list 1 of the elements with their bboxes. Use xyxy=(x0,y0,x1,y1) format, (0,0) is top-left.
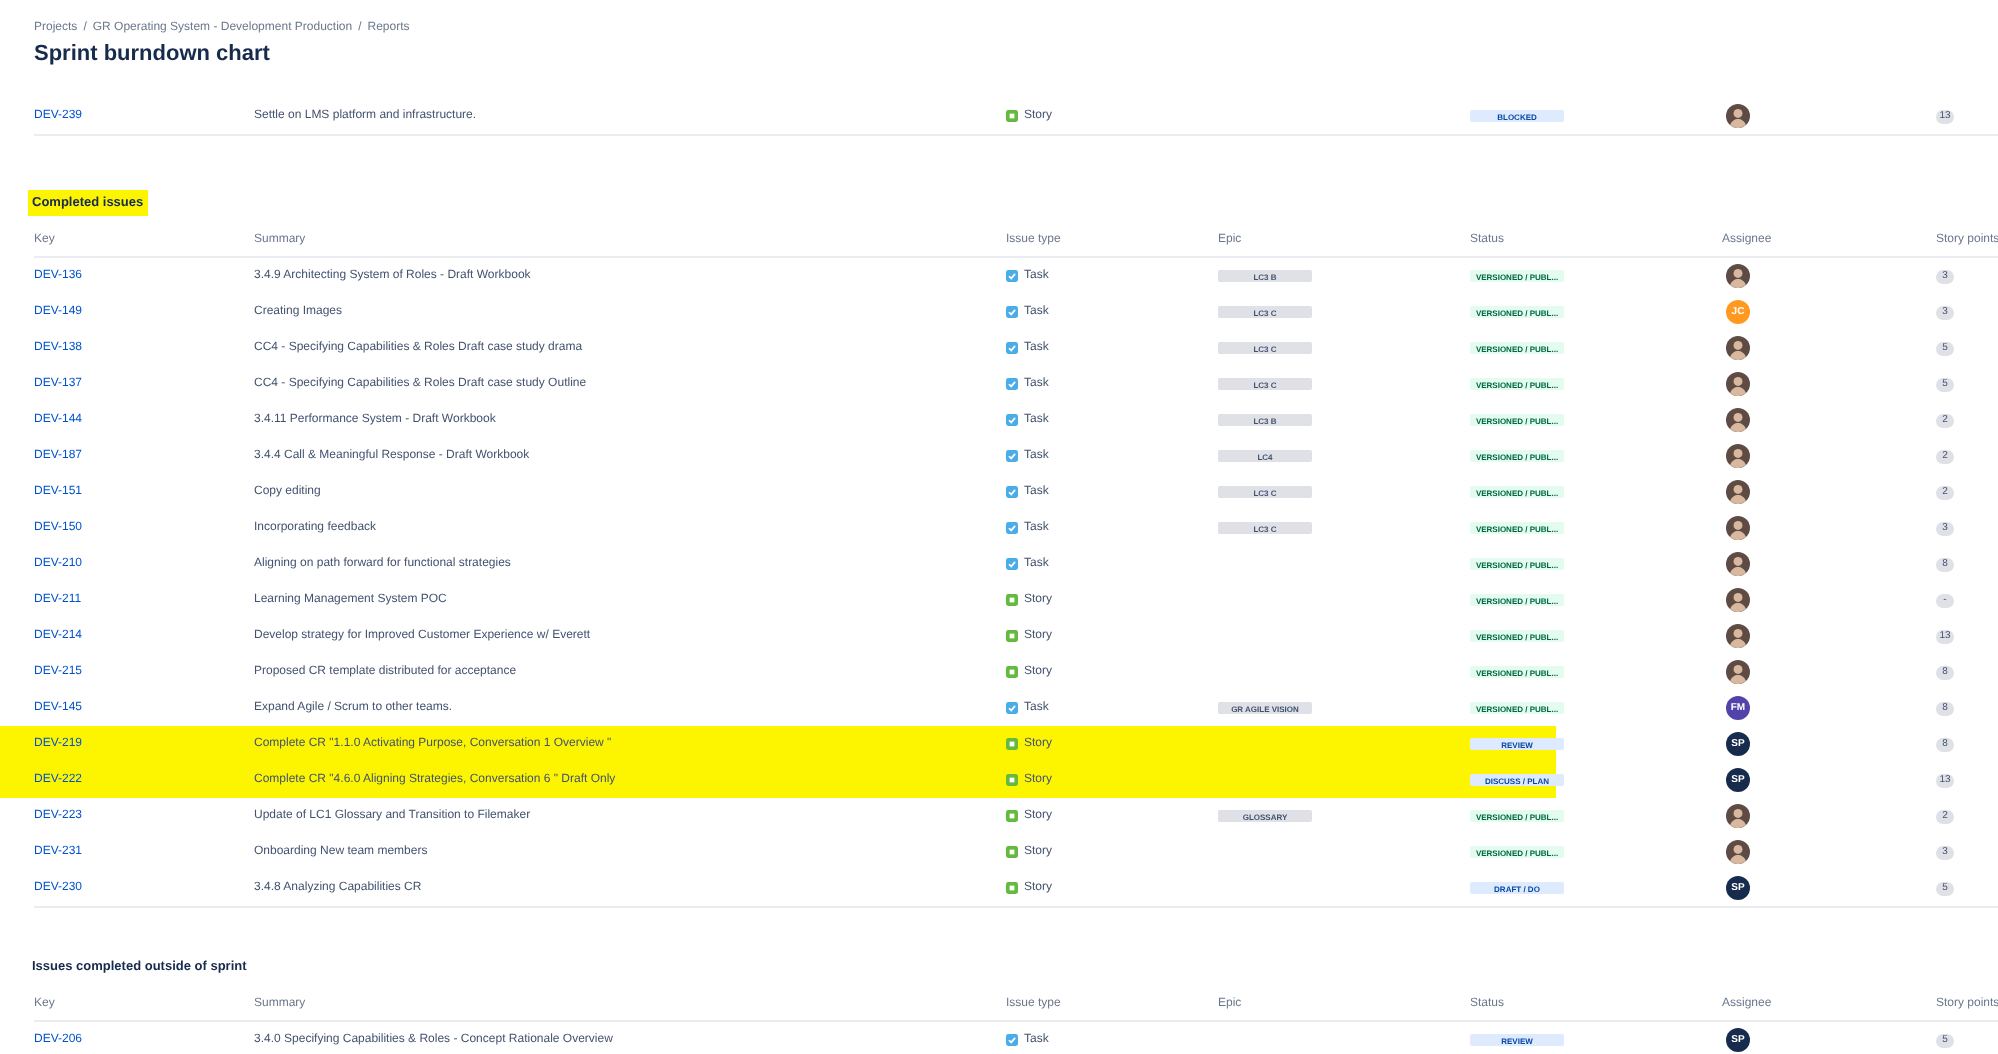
page-title: Sprint burndown chart xyxy=(34,40,272,68)
